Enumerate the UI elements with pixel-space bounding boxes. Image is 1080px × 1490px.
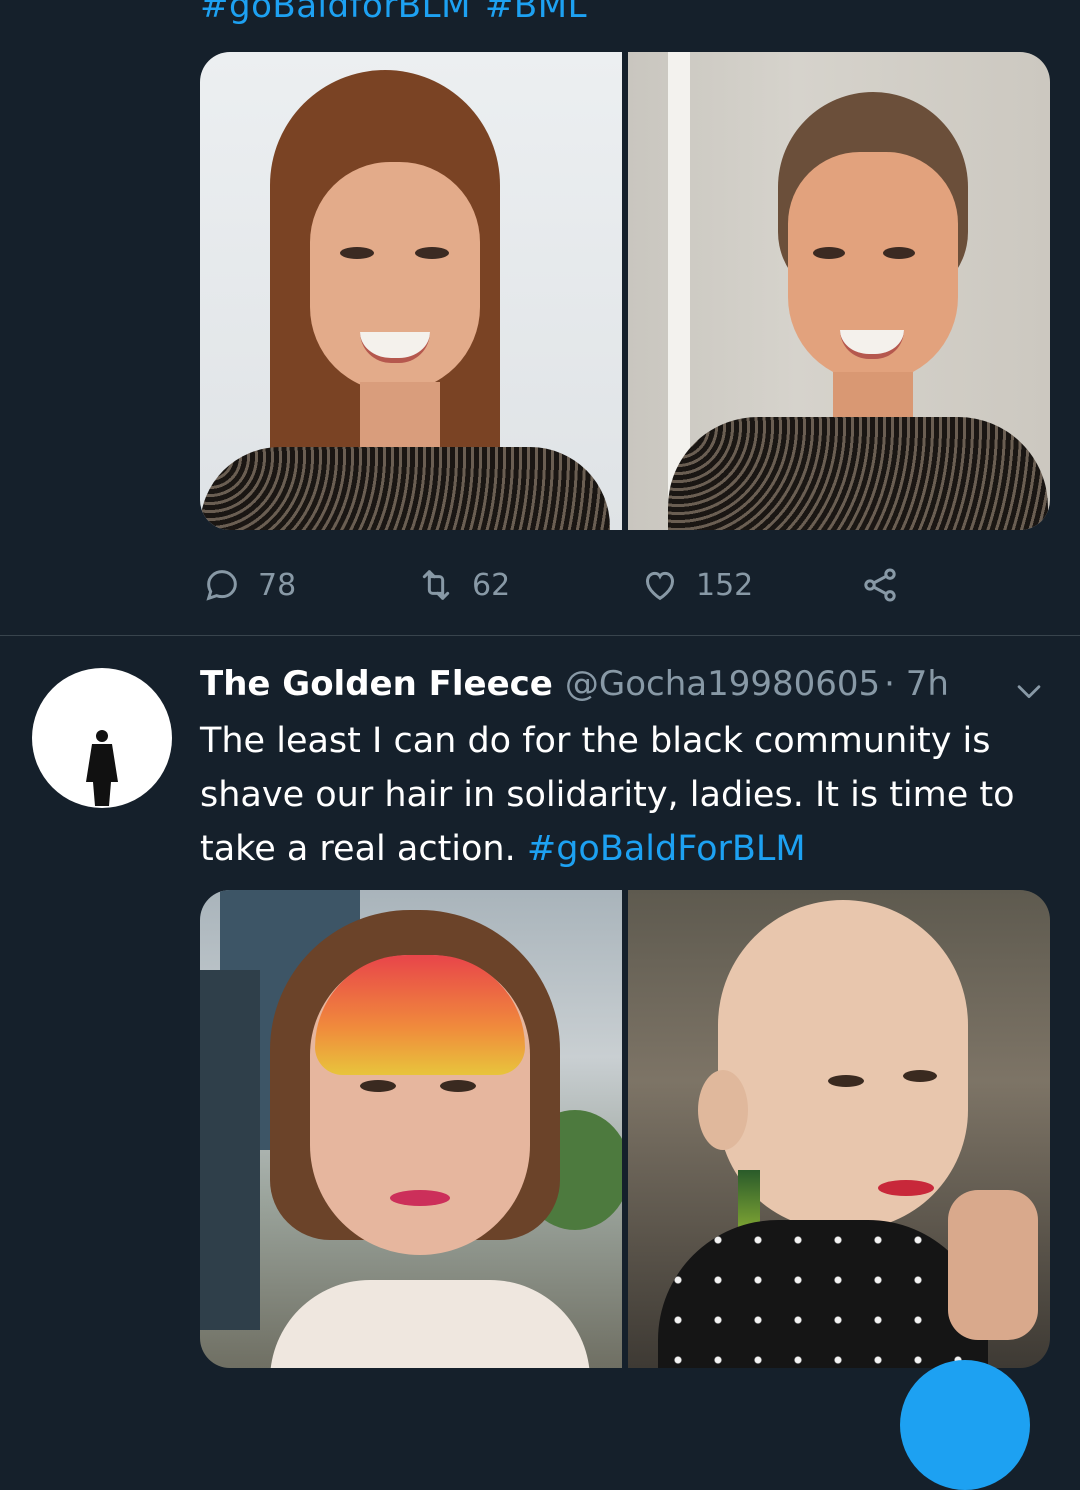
silhouette-figure-icon bbox=[86, 730, 118, 806]
hashtag-link[interactable]: #BML bbox=[485, 0, 587, 26]
user-handle[interactable]: @Gocha19980605 bbox=[565, 664, 880, 704]
reply-icon bbox=[206, 570, 237, 601]
share-icon bbox=[864, 568, 896, 602]
photo-shaved-head[interactable] bbox=[628, 52, 1050, 530]
hashtag-link[interactable]: #goBaldforBLM bbox=[200, 0, 471, 26]
previous-tweet-media bbox=[200, 52, 1050, 530]
photo-bald[interactable] bbox=[628, 890, 1050, 1368]
tweet-text: The least I can do for the black communi… bbox=[200, 714, 1060, 876]
like-icon bbox=[645, 571, 675, 601]
retweet-button[interactable]: 62 bbox=[416, 560, 510, 610]
retweet-count: 62 bbox=[472, 567, 511, 603]
tweet-header: The Golden Fleece @Gocha19980605 · 7h bbox=[200, 664, 949, 704]
tweet-action-bar: 78 62 152 bbox=[200, 560, 920, 610]
hashtag-link[interactable]: #goBaldForBLM bbox=[527, 829, 806, 869]
like-count: 152 bbox=[696, 567, 754, 603]
reply-button[interactable]: 78 bbox=[202, 560, 296, 610]
share-button[interactable] bbox=[860, 560, 900, 610]
retweet-icon bbox=[422, 570, 450, 600]
reply-count: 78 bbox=[258, 567, 297, 603]
tweet-media bbox=[200, 890, 1050, 1368]
compose-button[interactable] bbox=[900, 1360, 1030, 1490]
display-name[interactable]: The Golden Fleece bbox=[200, 664, 553, 704]
previous-tweet-hashtags: #goBaldforBLM #BML bbox=[200, 0, 587, 26]
avatar[interactable] bbox=[32, 668, 172, 808]
photo-face-paint[interactable] bbox=[200, 890, 622, 1368]
photo-long-hair[interactable] bbox=[200, 52, 622, 530]
chevron-down-icon[interactable] bbox=[1012, 674, 1046, 708]
like-button[interactable]: 152 bbox=[640, 560, 753, 610]
tweet-divider bbox=[0, 635, 1080, 636]
tweet-timestamp[interactable]: · 7h bbox=[884, 664, 949, 704]
